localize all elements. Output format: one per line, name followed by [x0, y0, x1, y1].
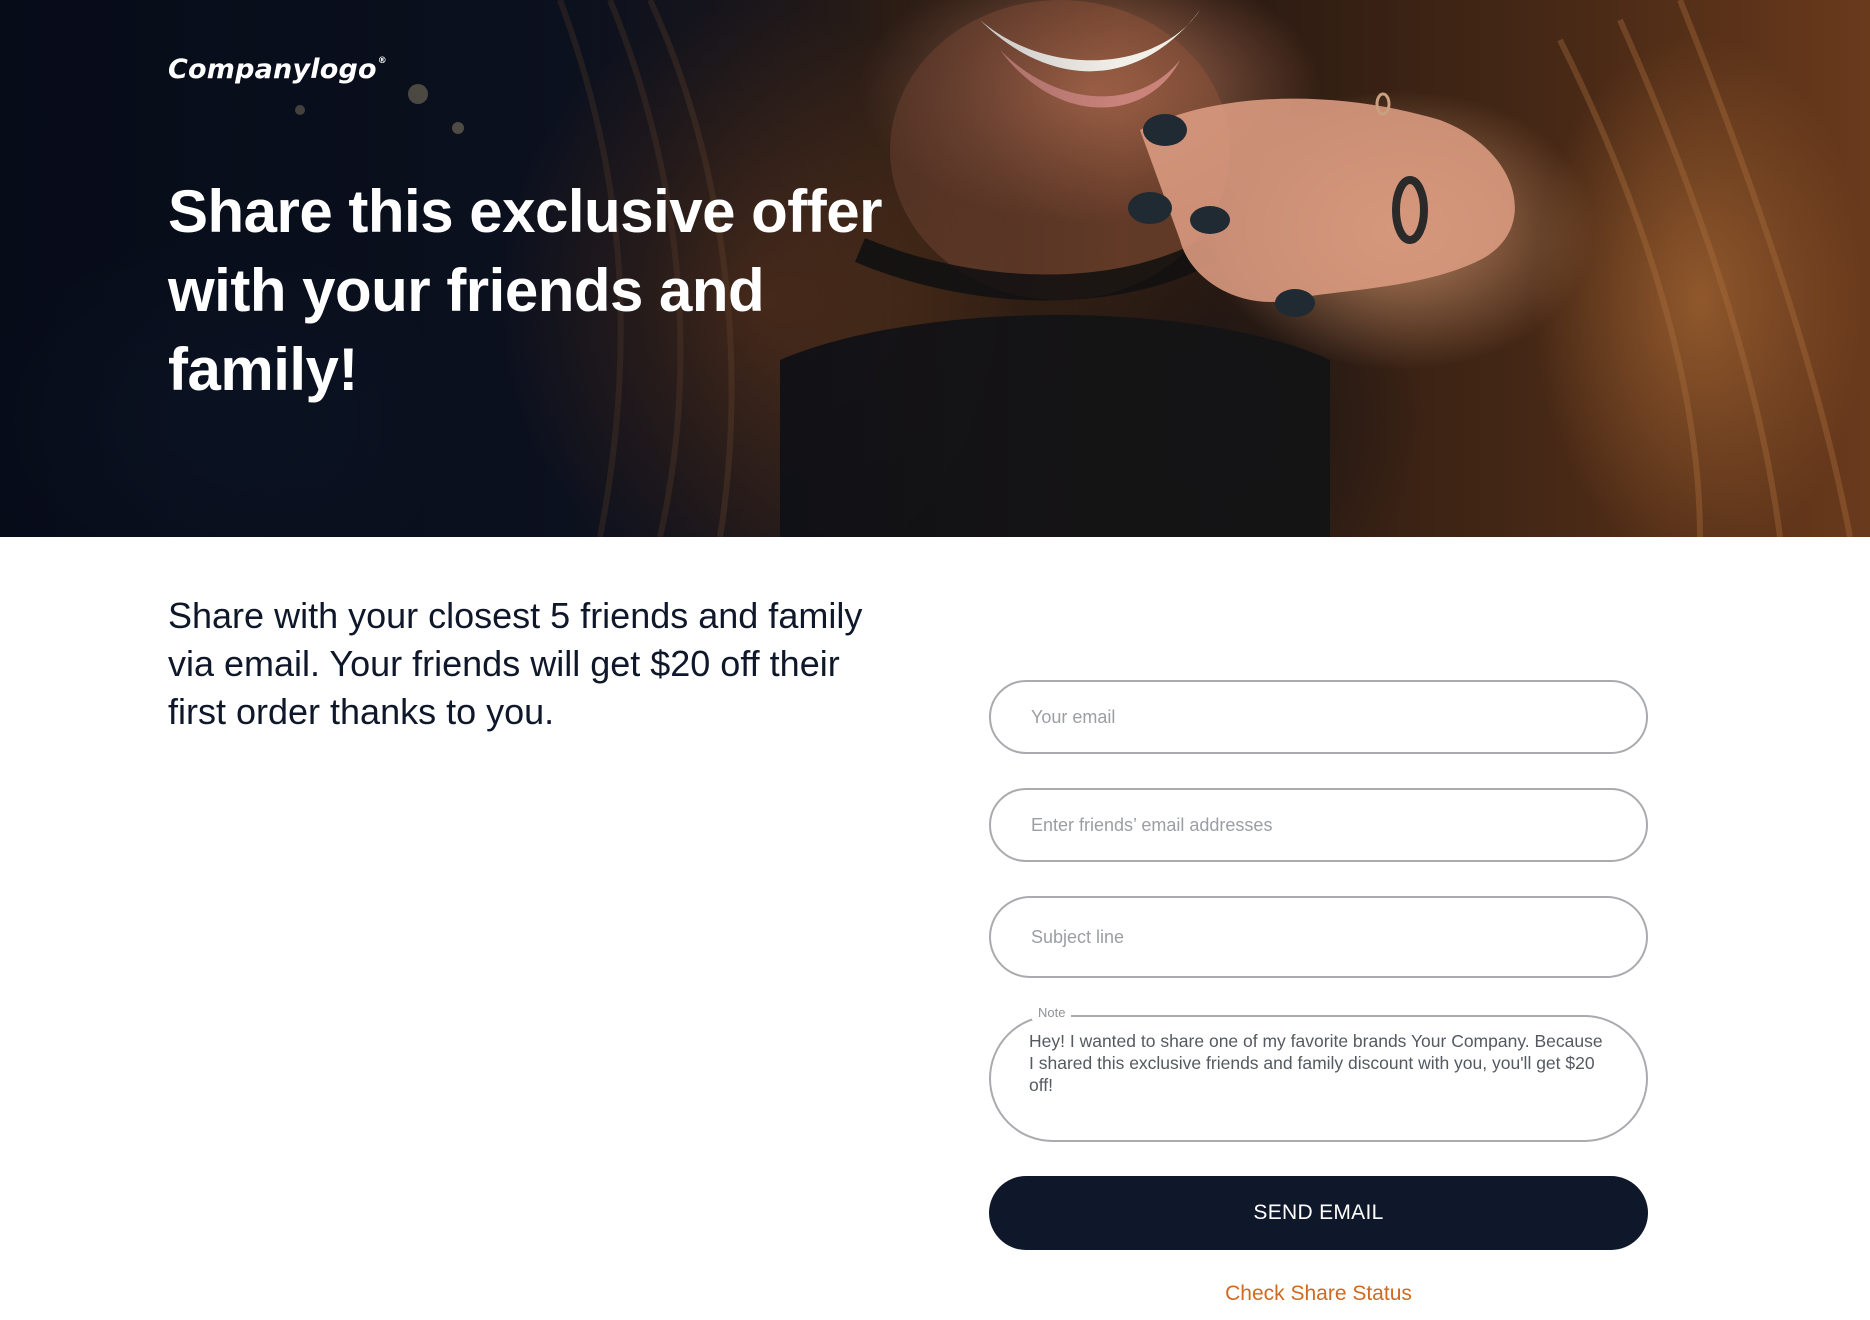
company-logo[interactable]: Companylogo®: [168, 54, 387, 85]
hero-banner: Companylogo® Share this exclusive offer …: [0, 0, 1870, 537]
note-textarea[interactable]: Hey! I wanted to share one of my favorit…: [1029, 1030, 1609, 1130]
intro-text: Share with your closest 5 friends and fa…: [168, 595, 863, 732]
subject-line-input[interactable]: [989, 896, 1648, 978]
friends-emails-input[interactable]: [989, 788, 1648, 862]
note-field: Note Hey! I wanted to share one of my fa…: [989, 1005, 1648, 1142]
your-email-input[interactable]: [989, 680, 1648, 754]
logo-text: Companylogo: [168, 54, 377, 85]
note-label: Note: [1032, 1005, 1072, 1020]
registered-mark: ®: [377, 56, 387, 66]
check-share-status-link[interactable]: Check Share Status: [989, 1282, 1648, 1306]
send-email-button[interactable]: SEND EMAIL: [989, 1176, 1648, 1250]
hero-title: Share this exclusive offer with your fri…: [168, 178, 882, 403]
